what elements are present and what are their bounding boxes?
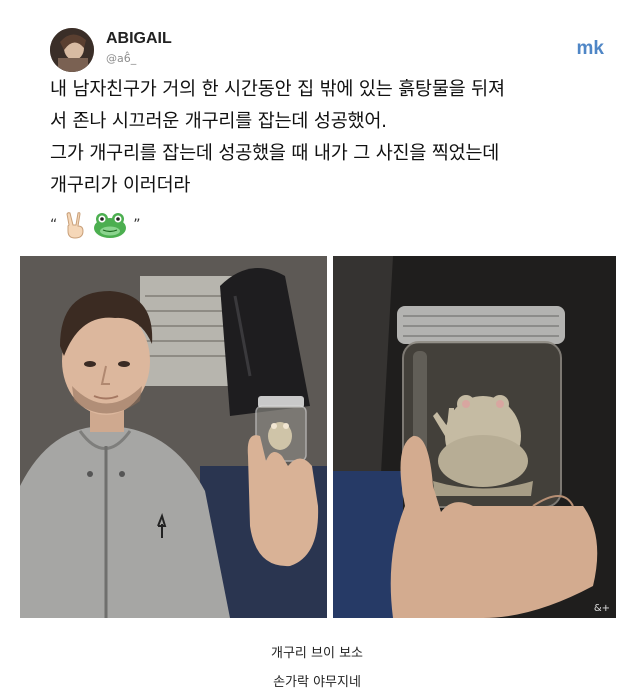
avatar[interactable] — [50, 28, 94, 72]
caption-line: 개구리 브이 보소 — [271, 646, 363, 661]
frog-in-jar-photo[interactable]: &+ — [333, 256, 616, 618]
frog-in-jar-image — [333, 256, 616, 618]
tweet: ABIGAIL @a6̂_ mk 내 남자친구가 거의 한 시간동안 집 밖에 … — [20, 22, 616, 254]
man-holding-jar-image — [20, 256, 327, 618]
tweet-text: 내 남자친구가 거의 한 시간동안 집 밖에 있는 흙탕물을 뒤져 서 존나 시… — [50, 74, 610, 202]
username[interactable]: ABIGAIL — [106, 30, 172, 48]
quote-close: ” — [133, 217, 141, 233]
post-card: ABIGAIL @a6̂_ mk 내 남자친구가 거의 한 시간동안 집 밖에 … — [20, 22, 616, 618]
avatar-image — [50, 28, 94, 72]
corner-watermark: &+ — [593, 603, 610, 614]
user-handle[interactable]: @a6̂_ — [106, 52, 136, 65]
caption-line: 손가락 야무지네 — [273, 675, 361, 690]
man-holding-jar-photo[interactable] — [20, 256, 327, 618]
tweet-line: 서 존나 시끄러운 개구리를 잡는데 성공했어. — [50, 111, 387, 132]
tweet-line: 그가 개구리를 잡는데 성공했을 때 내가 그 사진을 찍었는데 — [50, 143, 500, 164]
emoji-line: “ ” — [50, 208, 141, 242]
tweet-line: 내 남자친구가 거의 한 시간동안 집 밖에 있는 흙탕물을 뒤져 — [50, 79, 505, 100]
frog-face-icon — [93, 212, 127, 238]
watermark: mk — [576, 38, 604, 59]
tweet-line: 개구리가 이러더라 — [50, 175, 191, 196]
peace-sign-hand-icon — [63, 211, 87, 239]
photo-row: &+ — [20, 256, 616, 618]
quote-open: “ — [50, 217, 58, 233]
